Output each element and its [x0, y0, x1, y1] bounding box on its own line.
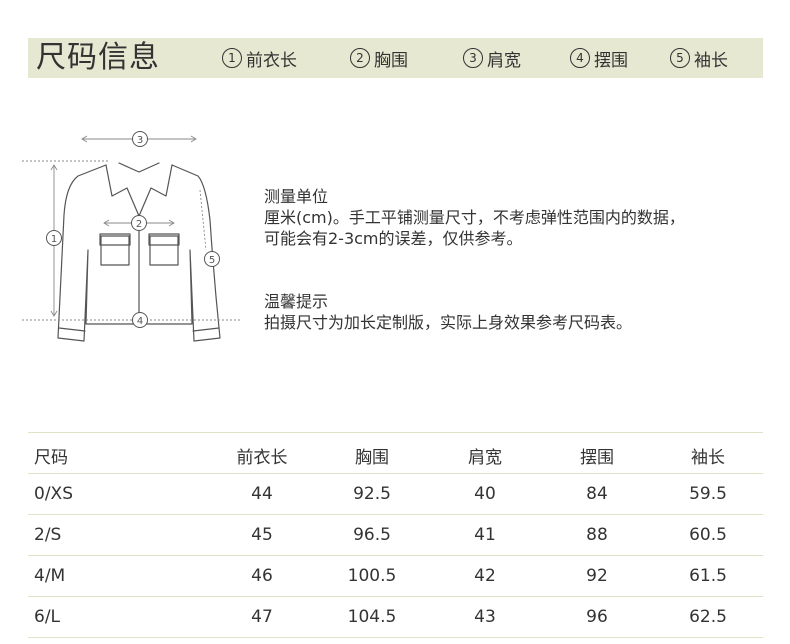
- circled-number-icon: 2: [350, 48, 370, 68]
- marker-5-label: 5: [209, 255, 215, 266]
- circled-number-icon: 3: [463, 48, 483, 68]
- circled-number-icon: 4: [570, 48, 590, 68]
- measure-unit-title: 测量单位: [264, 187, 329, 206]
- sleeve-cell: 59.5: [689, 484, 727, 504]
- header-cell-size: 尺码: [34, 447, 68, 468]
- header-title: 尺码信息: [36, 40, 160, 75]
- size-info-header: 尺码信息 1 前衣长 2 胸围 3 肩宽 4 摆围 5 袖长: [28, 38, 763, 78]
- marker-2-label: 2: [136, 219, 142, 230]
- shoulder-cell: 40: [474, 484, 496, 504]
- measurement-notes: 测量单位 厘米(cm)。手工平铺测量尺寸，不考虑弹性范围内的数据， 可能会有2-…: [264, 186, 685, 333]
- legend-item-chest: 2 胸围: [350, 47, 408, 71]
- size-table: 尺码 前衣长 胸围 肩宽 摆围 袖长 0/XS 44 92.5 40 84 59…: [28, 432, 763, 638]
- legend-label: 肩宽: [487, 50, 521, 71]
- header-cell-front-length: 前衣长: [236, 447, 288, 468]
- sleeve-cell: 61.5: [689, 566, 727, 586]
- marker-1-label: 1: [51, 234, 57, 245]
- front-length-cell: 44: [251, 484, 273, 504]
- jacket-outline-icon: 1 2 3 4 5: [22, 131, 240, 342]
- hem-cell: 88: [586, 525, 608, 545]
- jacket-measurement-diagram: 1 2 3 4 5: [0, 110, 260, 370]
- measure-unit-text-line1: 厘米(cm)。手工平铺测量尺寸，不考虑弹性范围内的数据，: [264, 208, 685, 227]
- legend-label: 前衣长: [246, 50, 297, 71]
- front-length-cell: 46: [251, 566, 273, 586]
- measure-unit-text-line2: 可能会有2-3cm的误差，仅供参考。: [264, 229, 523, 248]
- header-cell-hem: 摆围: [580, 447, 614, 468]
- table-row: 4/M 46 100.5 42 92 61.5: [28, 555, 763, 596]
- table-row: 6/L 47 104.5 43 96 62.5: [28, 596, 763, 638]
- marker-4-label: 4: [137, 316, 143, 327]
- chest-cell: 96.5: [353, 525, 391, 545]
- hem-cell: 96: [586, 607, 608, 627]
- size-cell: 2/S: [34, 525, 62, 545]
- table-row: 0/XS 44 92.5 40 84 59.5: [28, 473, 763, 514]
- hem-cell: 84: [586, 484, 608, 504]
- table-row: 2/S 45 96.5 41 88 60.5: [28, 514, 763, 555]
- header-cell-shoulder: 肩宽: [468, 447, 502, 468]
- shoulder-cell: 43: [474, 607, 496, 627]
- hem-cell: 92: [586, 566, 608, 586]
- legend-label: 摆围: [594, 50, 628, 71]
- legend-item-hem: 4 摆围: [570, 47, 628, 71]
- size-cell: 6/L: [34, 607, 61, 627]
- front-length-cell: 47: [251, 607, 273, 627]
- size-cell: 4/M: [34, 566, 66, 586]
- sleeve-cell: 62.5: [689, 607, 727, 627]
- shoulder-cell: 41: [474, 525, 496, 545]
- header-cell-sleeve: 袖长: [691, 447, 725, 468]
- chest-cell: 100.5: [347, 566, 397, 586]
- size-cell: 0/XS: [34, 484, 73, 504]
- tip-title: 温馨提示: [264, 292, 329, 311]
- tip-text: 拍摄尺寸为加长定制版，实际上身效果参考尺码表。: [264, 313, 633, 332]
- chest-cell: 92.5: [353, 484, 391, 504]
- circled-number-icon: 1: [222, 48, 242, 68]
- legend-item-sleeve: 5 袖长: [670, 47, 728, 71]
- marker-3-label: 3: [137, 135, 143, 146]
- table-header-row: 尺码 前衣长 胸围 肩宽 摆围 袖长: [28, 432, 763, 473]
- chest-cell: 104.5: [347, 607, 397, 627]
- legend-label: 袖长: [694, 50, 728, 71]
- sleeve-cell: 60.5: [689, 525, 727, 545]
- shoulder-cell: 42: [474, 566, 496, 586]
- legend-item-front-length: 1 前衣长: [222, 47, 297, 71]
- legend-label: 胸围: [374, 50, 408, 71]
- legend-item-shoulder: 3 肩宽: [463, 47, 521, 71]
- header-cell-chest: 胸围: [355, 447, 389, 468]
- front-length-cell: 45: [251, 525, 273, 545]
- circled-number-icon: 5: [670, 48, 690, 68]
